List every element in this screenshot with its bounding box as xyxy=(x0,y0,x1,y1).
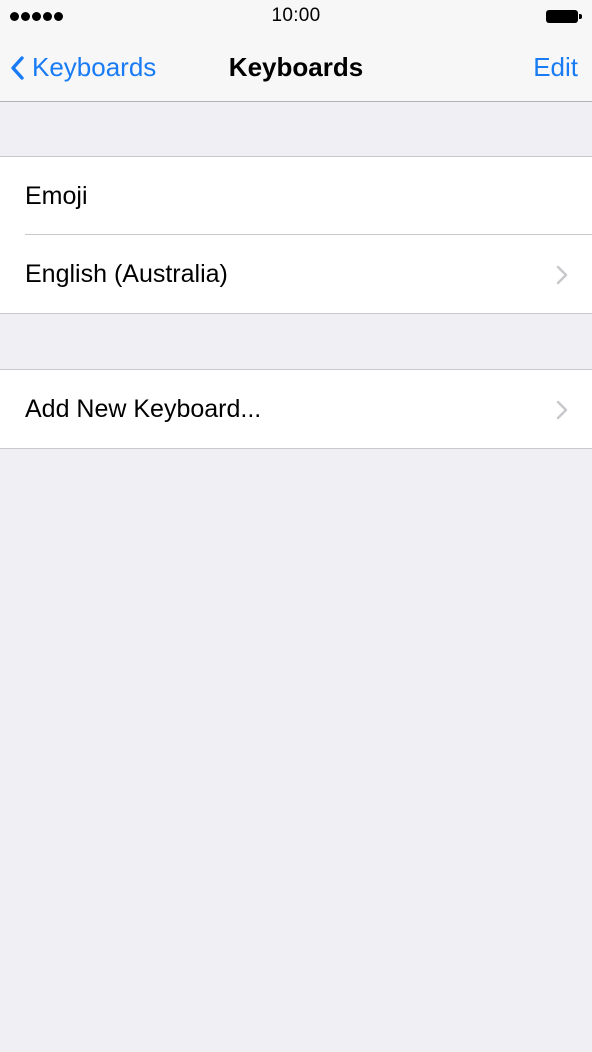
status-time: 10:00 xyxy=(271,5,321,26)
back-button[interactable]: Keyboards xyxy=(10,34,156,101)
keyboard-row-english-australia[interactable]: English (Australia) xyxy=(0,235,592,313)
keyboard-row-label: Emoji xyxy=(25,182,88,210)
chevron-right-icon xyxy=(556,265,568,285)
keyboard-row-label: English (Australia) xyxy=(25,260,228,288)
battery-icon xyxy=(546,10,582,23)
back-button-label: Keyboards xyxy=(32,52,157,82)
chevron-right-icon xyxy=(556,400,568,420)
add-new-keyboard-row[interactable]: Add New Keyboard... xyxy=(0,370,592,448)
chevron-left-icon xyxy=(11,55,24,80)
add-keyboard-section: Add New Keyboard... xyxy=(0,369,592,449)
edit-button[interactable]: Edit xyxy=(533,34,578,101)
keyboards-list: Emoji English (Australia) xyxy=(0,156,592,314)
status-bar: 10:00 xyxy=(0,0,592,34)
add-new-keyboard-label: Add New Keyboard... xyxy=(25,395,262,423)
keyboard-row-emoji[interactable]: Emoji xyxy=(0,157,592,235)
navigation-bar: Keyboards Keyboards Edit xyxy=(0,34,592,102)
